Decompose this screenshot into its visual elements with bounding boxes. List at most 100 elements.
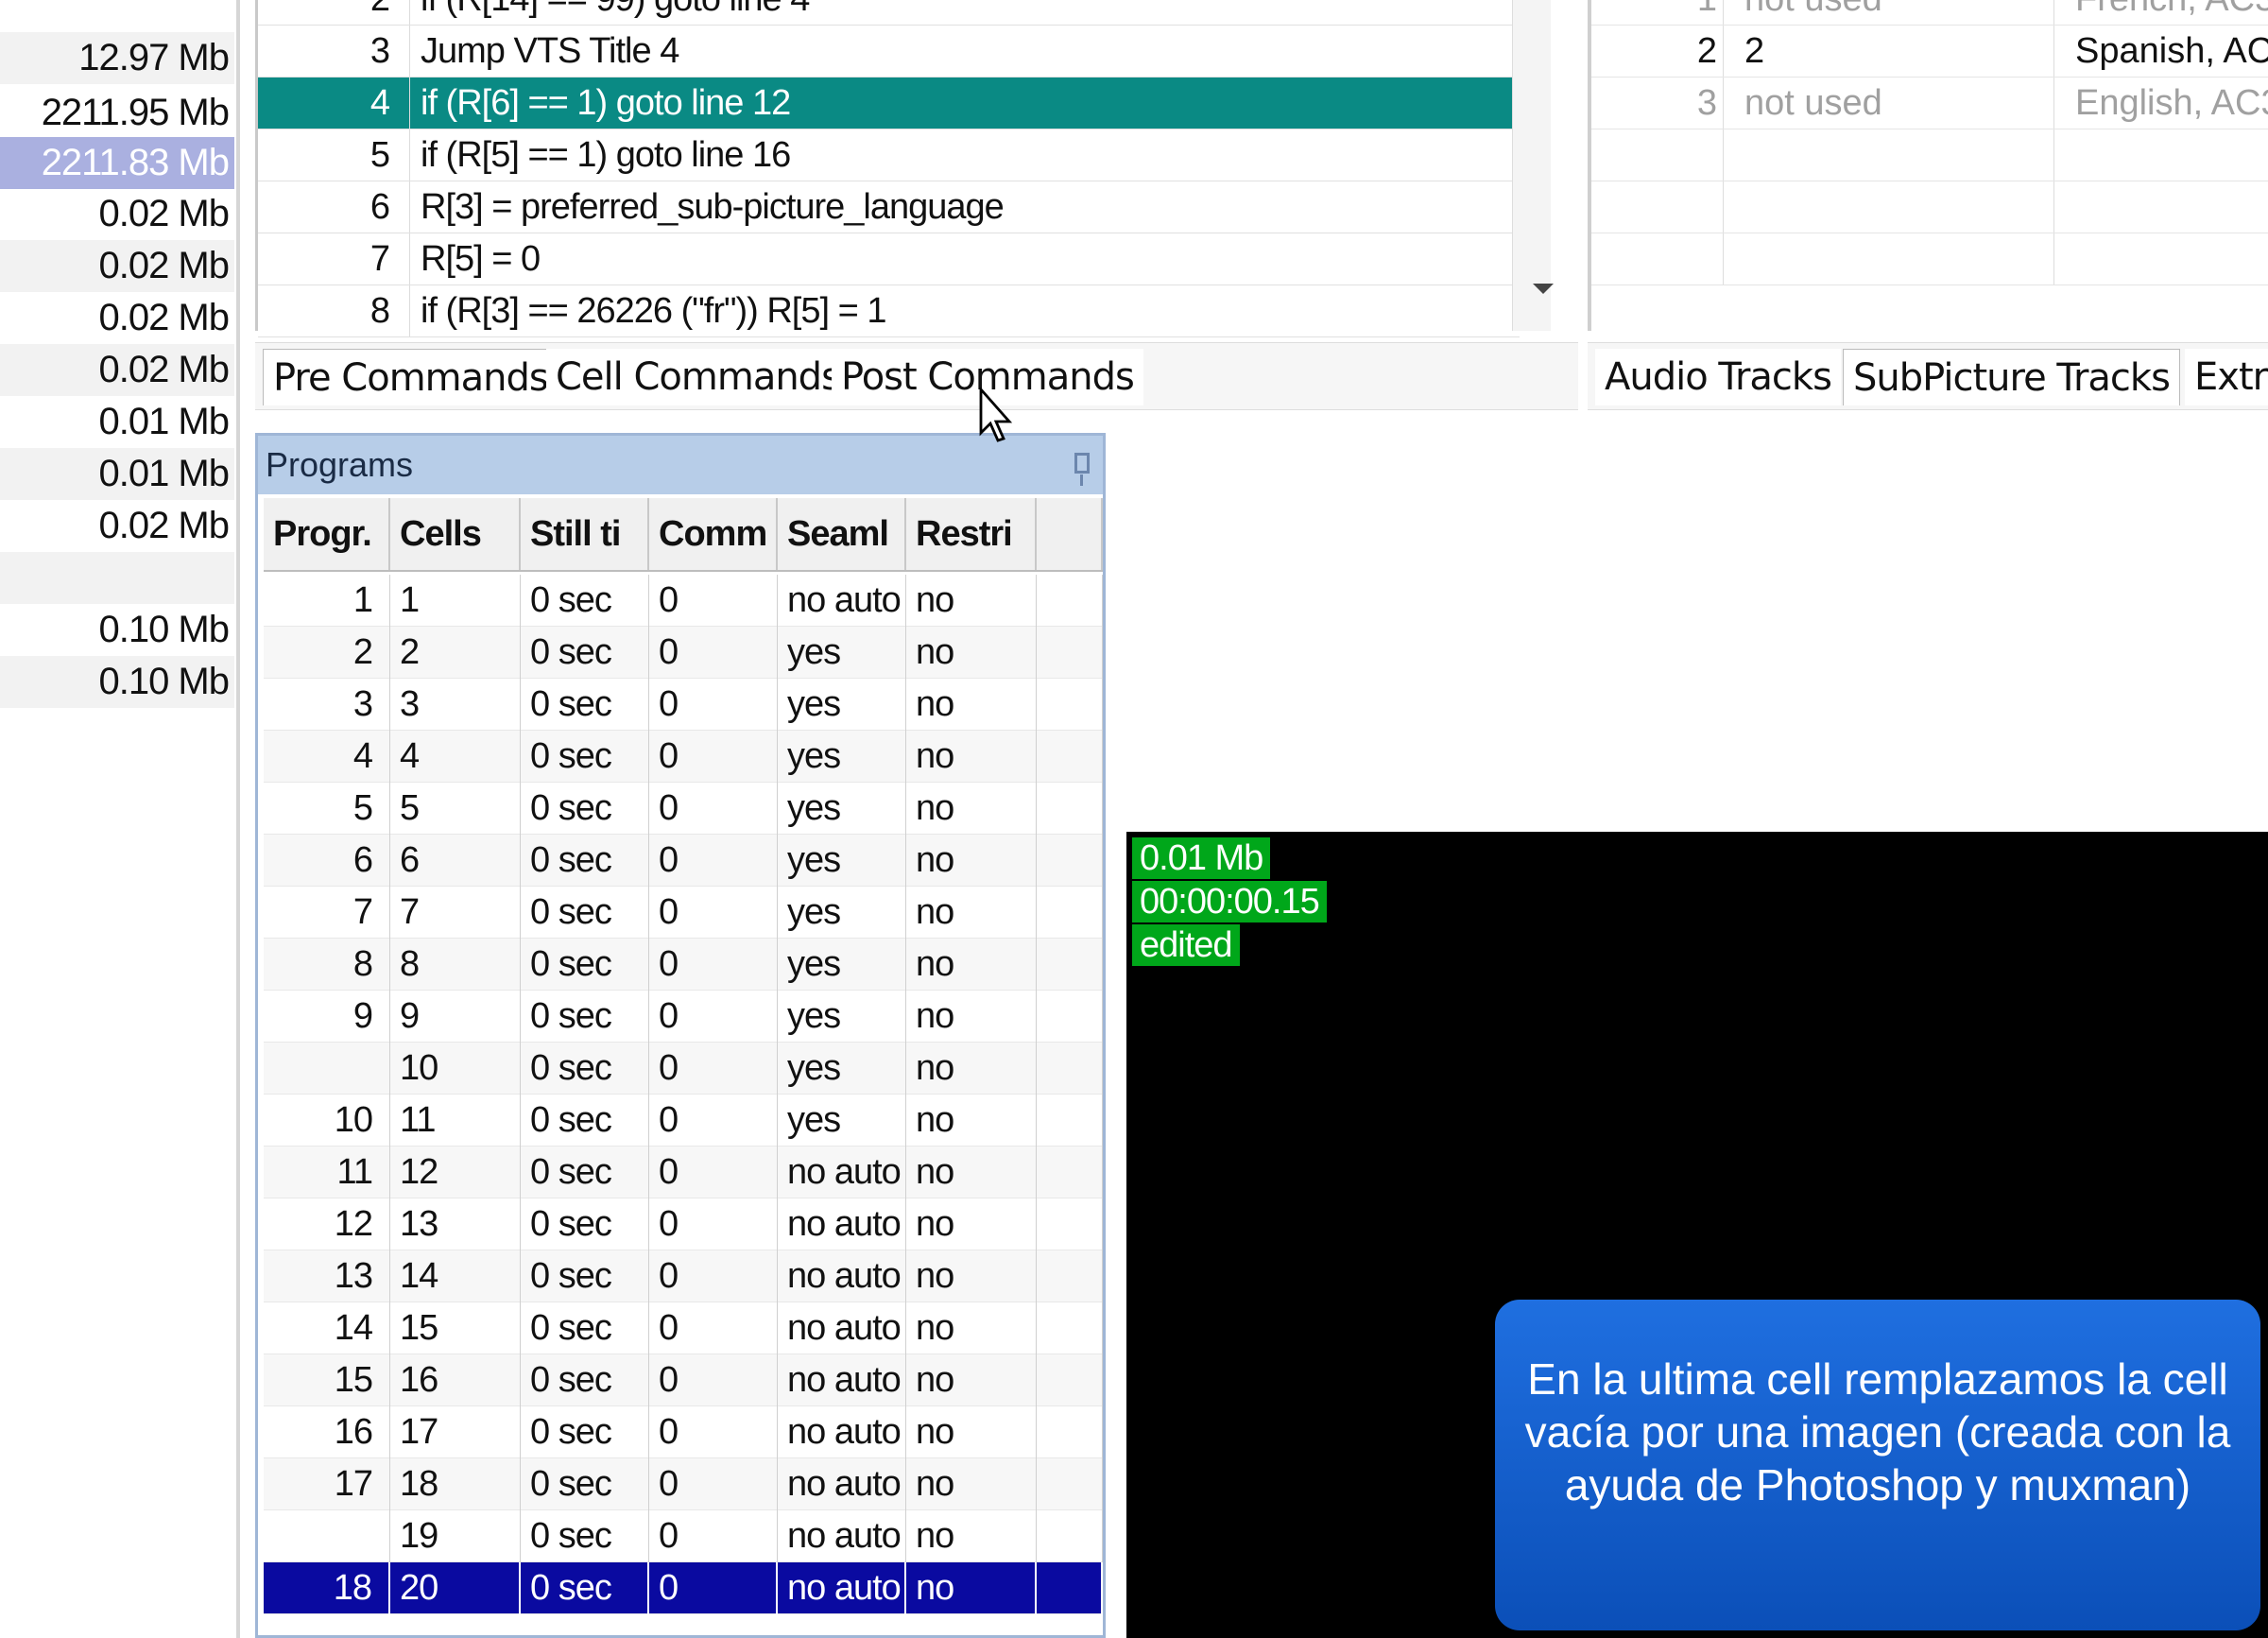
size-list-item[interactable]: 0.01 Mb [0, 448, 234, 500]
command-row[interactable]: 4 if (R[6] == 1) goto line 12 [258, 78, 1520, 129]
tab-extra[interactable]: Extra [2185, 349, 2268, 405]
size-list-item[interactable]: 2211.83 Mb [0, 137, 234, 189]
program-comm-cell: 0 [649, 1147, 778, 1198]
scroll-down-arrow-icon[interactable] [1533, 284, 1554, 294]
command-line-number: 7 [369, 239, 390, 279]
program-row[interactable]: 12 13 0 sec 0 no auto no [264, 1198, 1103, 1250]
commands-scrollbar[interactable] [1512, 0, 1551, 331]
preview-timecode-label: 00:00:00.15 [1132, 881, 1327, 922]
track-row[interactable] [1591, 129, 2268, 181]
track-row[interactable]: 22 Spanish, AC3 [1591, 26, 2268, 78]
commands-list[interactable]: 2 if (R[14] == 99) goto line 4 3 Jump VTS T… [255, 0, 1524, 337]
program-cells-cell: 14 [390, 1250, 521, 1302]
program-row[interactable]: 13 14 0 sec 0 no auto no [264, 1250, 1103, 1302]
track-row[interactable] [1591, 181, 2268, 233]
tab-subpicture-tracks[interactable]: SubPicture Tracks [1843, 349, 2180, 405]
track-row[interactable]: 1 not used French, AC3 [1591, 0, 2268, 26]
command-line-number: 6 [369, 187, 390, 227]
program-seam-cell: yes [778, 835, 906, 887]
program-row[interactable]: 14 15 0 sec 0 no auto no [264, 1302, 1103, 1354]
track-number: 1 [1591, 0, 1724, 25]
program-comm-cell: 0 [649, 1458, 778, 1510]
program-row[interactable]: 110 sec 0 no auto no [264, 575, 1103, 627]
program-restr-cell: no [906, 1562, 1037, 1614]
program-row[interactable]: 16 17 0 sec 0 no auto no [264, 1406, 1103, 1458]
program-row[interactable]: 18 20 0 sec 0 no auto no [264, 1562, 1103, 1614]
program-row[interactable]: 770 sec 0 yes no [264, 887, 1103, 939]
tracks-list[interactable]: 1not usedFrench, AC322Spanish, AC33not u… [1588, 0, 2268, 331]
mouse-cursor-icon [979, 388, 1013, 442]
program-row[interactable]: 220 sec 0 yes no [264, 627, 1103, 679]
size-list-item[interactable]: 2211.95 Mb [0, 87, 234, 139]
program-still-cell: 0 sec [521, 1043, 649, 1095]
tab-pre-commands[interactable]: Pre Commands [263, 349, 558, 405]
program-row[interactable]: 17 18 0 sec 0 no auto no [264, 1458, 1103, 1510]
program-seam-cell: no auto [778, 1458, 906, 1510]
tab-audio-tracks[interactable]: Audio Tracks [1595, 349, 1841, 405]
program-still-cell: 0 sec [521, 1406, 649, 1458]
size-list-item[interactable]: 2226.02 Mb [0, 0, 234, 9]
program-restr-cell: no [906, 783, 1037, 835]
pin-icon[interactable] [1074, 453, 1090, 486]
program-row[interactable]: 550 sec 0 yes no [264, 783, 1103, 835]
program-restr-cell: no [906, 627, 1037, 679]
program-row[interactable]: 15 16 0 sec 0 no auto no [264, 1354, 1103, 1406]
program-row[interactable]: 11 12 0 sec 0 no auto no [264, 1147, 1103, 1198]
program-row[interactable]: 440 sec 0 yes no [264, 731, 1103, 783]
program-row[interactable]: 10 11 0 sec 0 yes no [264, 1095, 1103, 1147]
command-text: if (R[6] == 1) goto line 12 [421, 83, 791, 123]
size-list-item[interactable]: 0.10 Mb [0, 604, 234, 656]
column-header-cells[interactable]: Cells [390, 498, 521, 570]
program-row[interactable]: 330 sec 0 yes no [264, 679, 1103, 731]
program-prog-cell [264, 1043, 390, 1095]
program-filler-cell [1037, 1250, 1103, 1302]
program-prog-cell: 10 [264, 1095, 390, 1147]
track-number [1591, 181, 1724, 233]
program-seam-cell: no auto [778, 1510, 906, 1562]
column-header-still[interactable]: Still ti [521, 498, 649, 570]
track-stream: not used [1733, 0, 2054, 25]
size-list-item[interactable]: 0.02 Mb [0, 188, 234, 240]
program-row[interactable]: 19 0 sec 0 no auto no [264, 1510, 1103, 1562]
program-cells-cell: 15 [390, 1302, 521, 1354]
command-row[interactable]: 8 if (R[3] == 26226 ("fr")) R[5] = 1 [258, 285, 1520, 337]
program-row[interactable]: 660 sec 0 yes no [264, 835, 1103, 887]
program-row[interactable]: 10 0 sec 0 yes no [264, 1043, 1103, 1095]
command-row[interactable]: 5 if (R[5] == 1) goto line 16 [258, 129, 1520, 181]
column-header-prog[interactable]: Progr. [264, 498, 390, 570]
command-row[interactable]: 3 Jump VTS Title 4 [258, 26, 1520, 78]
program-filler-cell [1037, 1302, 1103, 1354]
program-still-cell: 0 sec [521, 887, 649, 939]
program-comm-cell: 0 [649, 1198, 778, 1250]
program-cells-cell: 20 [390, 1562, 521, 1614]
command-row[interactable]: 2 if (R[14] == 99) goto line 4 [258, 0, 1520, 26]
size-list-item[interactable]: 0.02 Mb [0, 240, 234, 292]
column-header-restr[interactable]: Restri [906, 498, 1037, 570]
size-list-item[interactable]: 0.01 Mb [0, 396, 234, 448]
size-list-item[interactable]: 12.97 Mb [0, 32, 234, 84]
program-still-cell: 0 sec [521, 783, 649, 835]
column-header-seam[interactable]: Seaml [778, 498, 906, 570]
column-header-comm[interactable]: Comm [649, 498, 778, 570]
track-row[interactable] [1591, 233, 2268, 285]
command-line-number: 3 [369, 31, 390, 71]
track-row[interactable]: 3 not used English, AC3 [1591, 78, 2268, 129]
track-stream: 2 [1733, 26, 2054, 77]
command-row[interactable]: 6 R[3] = preferred_sub-picture_language [258, 181, 1520, 233]
track-number: 3 [1591, 78, 1724, 129]
program-seam-cell: no auto [778, 1302, 906, 1354]
command-line-number: 2 [258, 0, 390, 26]
program-row[interactable]: 990 sec 0 yes no [264, 991, 1103, 1043]
program-seam-cell: yes [778, 627, 906, 679]
tab-cell-commands[interactable]: Cell Commands [546, 349, 850, 405]
size-list-item[interactable]: 0.02 Mb [0, 344, 234, 396]
size-list-item[interactable]: 0.02 Mb [0, 292, 234, 344]
command-row[interactable]: 7 R[5] = 0 [258, 233, 1520, 285]
program-row[interactable]: 880 sec 0 yes no [264, 939, 1103, 991]
size-list-item[interactable]: 0.02 Mb [0, 500, 234, 552]
program-still-cell: 0 sec [521, 835, 649, 887]
size-list-item[interactable]: 0.10 Mb [0, 656, 234, 708]
callout-text: En la ultima cell remplazamos la cell va… [1524, 1354, 2231, 1509]
size-list-item[interactable] [0, 552, 234, 604]
program-still-cell: 0 sec [521, 1562, 649, 1614]
